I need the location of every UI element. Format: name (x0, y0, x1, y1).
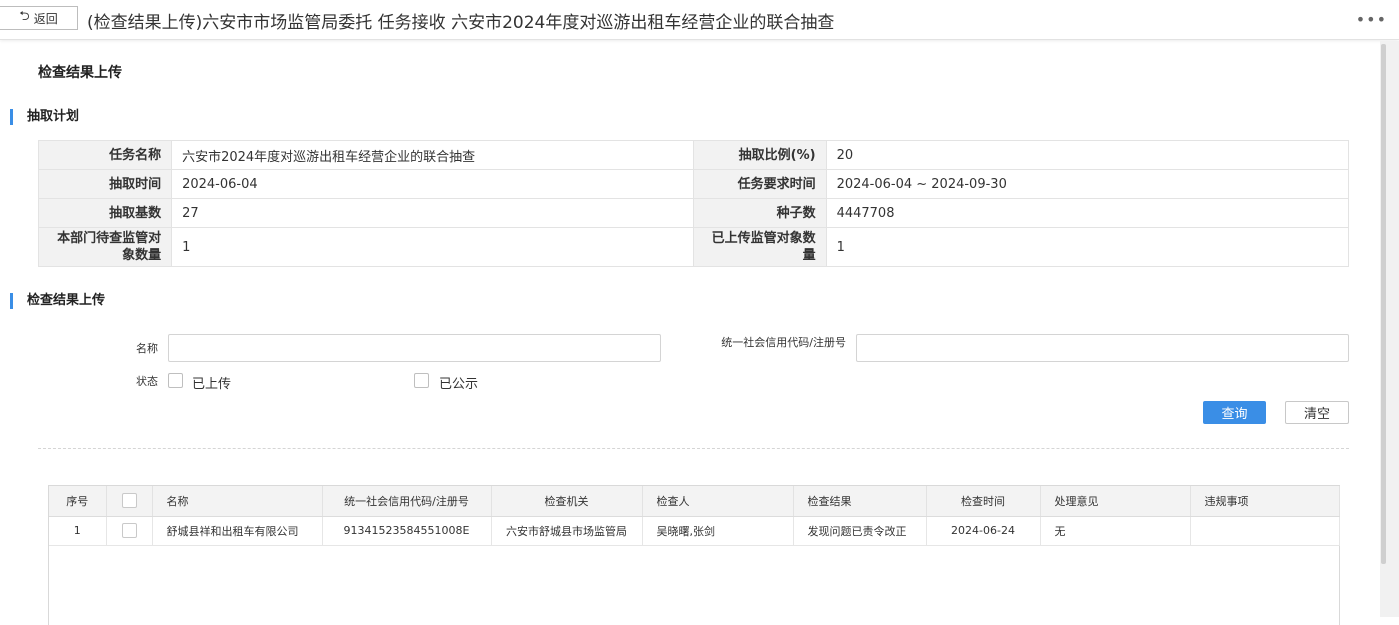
column-header-authority: 检查机关 (491, 486, 643, 517)
main-content: 检查结果上传 抽取计划 任务名称 六安市2024年度对巡游出租车经营企业的联合抽… (0, 41, 1380, 625)
plan-label: 本部门待查监管对象数量 (37, 227, 173, 267)
plan-value: 2024-06-04 ~ 2024-09-30 (825, 169, 1350, 199)
cell-code: 91341523584551008E (322, 516, 492, 546)
column-header-name: 名称 (152, 486, 323, 517)
results-grid: 序号 名称 统一社会信用代码/注册号 检查机关 检查人 检查结果 检查时间 处理… (48, 485, 1340, 625)
column-header-time: 检查时间 (926, 486, 1041, 517)
plan-row: 抽取基数 27 种子数 4447708 (37, 198, 1350, 228)
plan-label: 抽取比例(%) (693, 140, 827, 170)
plan-label: 抽取时间 (37, 169, 173, 199)
plan-row: 抽取时间 2024-06-04 任务要求时间 2024-06-04 ~ 2024… (37, 169, 1350, 199)
cell-authority: 六安市舒城县市场监管局 (491, 516, 643, 546)
cell-inspector: 吴晓曙,张剑 (642, 516, 794, 546)
plan-value: 1 (825, 227, 1350, 267)
section-title: 检查结果上传 (38, 65, 122, 81)
plan-label: 任务要求时间 (693, 169, 827, 199)
table-row[interactable]: 1 舒城县祥和出租车有限公司 91341523584551008E 六安市舒城县… (49, 516, 1340, 546)
plan-row: 任务名称 六安市2024年度对巡游出租车经营企业的联合抽查 抽取比例(%) 20 (37, 140, 1350, 170)
column-header-opinion: 处理意见 (1040, 486, 1191, 517)
plan-value: 六安市2024年度对巡游出租车经营企业的联合抽查 (171, 140, 695, 170)
plan-value: 20 (825, 140, 1350, 170)
published-checkbox-label: 已公示 (439, 377, 479, 392)
column-header-inspector: 检查人 (642, 486, 794, 517)
back-arrow-icon: ⮌ (19, 8, 30, 23)
page-title: (检查结果上传)六安市市场监管局委托 任务接收 六安市2024年度对巡游出租车经… (87, 13, 835, 33)
plan-heading: 抽取计划 (10, 109, 79, 125)
cell-name: 舒城县祥和出租车有限公司 (152, 516, 323, 546)
cell-violation (1190, 516, 1340, 546)
column-header-result: 检查结果 (793, 486, 927, 517)
cell-opinion: 无 (1040, 516, 1191, 546)
credit-code-label: 统一社会信用代码/注册号 (721, 336, 846, 349)
clear-button[interactable]: 清空 (1285, 401, 1349, 424)
grid-header-row: 序号 名称 统一社会信用代码/注册号 检查机关 检查人 检查结果 检查时间 处理… (49, 486, 1340, 517)
scrollbar-thumb[interactable] (1381, 44, 1386, 564)
name-input[interactable] (168, 334, 661, 362)
select-all-checkbox[interactable] (121, 493, 137, 509)
plan-value: 27 (171, 198, 695, 228)
plan-label: 种子数 (693, 198, 827, 228)
plan-value: 4447708 (825, 198, 1350, 228)
plan-info-table: 任务名称 六安市2024年度对巡游出租车经营企业的联合抽查 抽取比例(%) 20… (37, 140, 1350, 267)
dashed-divider (38, 448, 1349, 449)
cell-index: 1 (49, 516, 107, 546)
upload-heading: 检查结果上传 (10, 293, 105, 309)
status-label: 状态 (136, 375, 158, 388)
column-header-index: 序号 (49, 486, 107, 517)
name-label: 名称 (136, 342, 158, 355)
plan-label: 任务名称 (37, 140, 173, 170)
back-button-label: 返回 (33, 11, 58, 26)
query-button[interactable]: 查询 (1203, 401, 1266, 424)
column-header-select[interactable] (106, 486, 153, 517)
row-checkbox[interactable] (121, 523, 137, 538)
uploaded-checkbox[interactable] (168, 373, 183, 388)
plan-value: 2024-06-04 (171, 169, 695, 199)
uploaded-checkbox-label: 已上传 (192, 377, 232, 392)
top-bar: ⮌ 返回 (检查结果上传)六安市市场监管局委托 任务接收 六安市2024年度对巡… (0, 0, 1399, 40)
plan-label: 抽取基数 (37, 198, 173, 228)
column-header-violation: 违规事项 (1190, 486, 1340, 517)
more-horizontal-icon[interactable]: ••• (1356, 10, 1387, 29)
plan-value: 1 (171, 227, 695, 267)
back-button[interactable]: ⮌ 返回 (0, 6, 78, 30)
published-checkbox[interactable] (414, 373, 429, 388)
plan-row: 本部门待查监管对象数量 1 已上传监管对象数量 1 (37, 227, 1350, 267)
column-header-code: 统一社会信用代码/注册号 (322, 486, 492, 517)
plan-label: 已上传监管对象数量 (693, 227, 827, 267)
cell-result: 发现问题已责令改正 (793, 516, 927, 546)
credit-code-input[interactable] (856, 334, 1349, 362)
cell-select[interactable] (106, 516, 153, 546)
results-table: 序号 名称 统一社会信用代码/注册号 检查机关 检查人 检查结果 检查时间 处理… (49, 486, 1340, 546)
cell-time: 2024-06-24 (926, 516, 1041, 546)
